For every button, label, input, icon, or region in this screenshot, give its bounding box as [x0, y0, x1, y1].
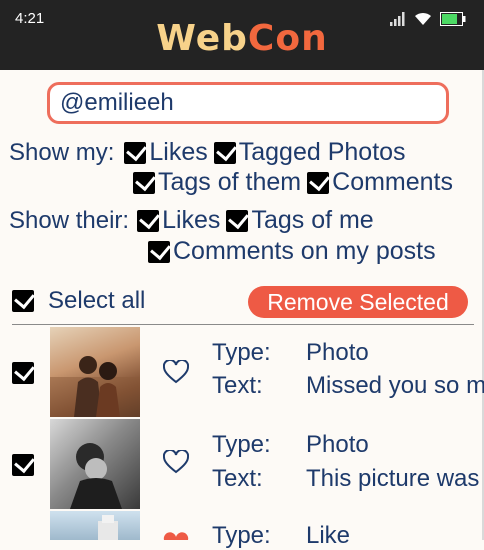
show-their-likes-option[interactable]: Likes — [137, 206, 220, 235]
item-checkbox[interactable] — [12, 454, 34, 476]
item-text-value: This picture was — [306, 465, 480, 492]
checkbox[interactable] — [133, 171, 155, 194]
option-label: Likes — [149, 138, 208, 166]
item-text-value: Missed you so m — [306, 372, 484, 399]
option-label: Tagged Photos — [238, 138, 406, 166]
show-my-comments-option[interactable]: Comments — [307, 168, 453, 197]
photo-portrait-image — [70, 443, 122, 509]
app-logo: WebCon — [0, 18, 484, 59]
option-label: Comments — [332, 168, 454, 196]
item-type-label: Type: — [212, 339, 271, 366]
checkbox[interactable] — [307, 171, 330, 194]
item-type-value: Photo — [306, 339, 369, 366]
logo-con: Con — [247, 18, 328, 59]
divider — [12, 324, 474, 325]
heart-filled-icon[interactable] — [163, 532, 189, 540]
show-my-label: Show my: — [9, 138, 115, 166]
option-label: Tags of me — [251, 206, 374, 234]
checkbox[interactable] — [148, 240, 170, 263]
select-all-checkbox[interactable] — [12, 290, 34, 312]
item-text-label: Text: — [212, 372, 263, 399]
option-label: Comments on my posts — [173, 237, 436, 265]
heart-outline-icon[interactable] — [163, 450, 189, 474]
show-my-tags-of-them-option[interactable]: Tags of them — [133, 168, 301, 197]
checkbox[interactable] — [137, 209, 160, 232]
item-thumbnail[interactable] — [50, 511, 140, 540]
photo-couple-image — [50, 356, 140, 417]
checkbox[interactable] — [213, 141, 236, 164]
show-their-comments-option[interactable]: Comments on my posts — [148, 237, 436, 266]
show-their-label: Show their: — [9, 206, 130, 234]
select-all-row[interactable]: Select all — [12, 287, 145, 315]
logo-web: Web — [156, 18, 248, 59]
checkbox[interactable] — [124, 141, 147, 164]
select-all-label: Select all — [48, 287, 146, 314]
username-input[interactable]: @emilieeh — [47, 82, 449, 124]
item-checkbox[interactable] — [12, 362, 34, 384]
item-type-label: Type: — [212, 431, 271, 458]
app-header: 4:21 WebCon — [0, 0, 484, 70]
show-my-likes-option[interactable]: Likes — [124, 138, 208, 167]
show-my-row-2: Tags of them Comments — [133, 168, 459, 197]
option-label: Tags of them — [158, 168, 302, 196]
item-type-value: Photo — [306, 431, 369, 458]
checkbox[interactable] — [226, 209, 249, 232]
remove-selected-button[interactable]: Remove Selected — [248, 286, 468, 318]
show-their-row-2: Comments on my posts — [148, 237, 442, 266]
item-thumbnail[interactable] — [50, 419, 140, 509]
option-label: Likes — [162, 206, 221, 234]
item-thumbnail[interactable] — [50, 327, 140, 417]
item-type-label: Type: — [212, 522, 271, 549]
photo-building-image — [98, 515, 118, 540]
item-text-label: Text: — [212, 465, 263, 492]
show-their-row: Show their: Likes Tags of me — [9, 206, 380, 235]
show-my-tagged-photos-option[interactable]: Tagged Photos — [213, 138, 406, 167]
show-their-tags-of-me-option[interactable]: Tags of me — [226, 206, 374, 235]
heart-outline-icon[interactable] — [163, 360, 189, 384]
show-my-row: Show my: Likes Tagged Photos — [9, 138, 412, 167]
item-type-value: Like — [306, 522, 351, 549]
